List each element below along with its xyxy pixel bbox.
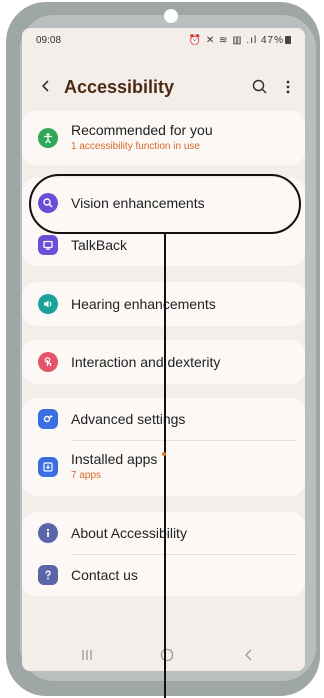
accessibility-person-icon bbox=[38, 128, 58, 148]
recommended-card: Recommended for you 1 accessibility func… bbox=[22, 111, 305, 165]
item-label: About Accessibility bbox=[71, 525, 187, 541]
item-label: Recommended for you bbox=[71, 122, 213, 138]
item-label: Hearing enhancements bbox=[71, 296, 216, 312]
back-arrow-icon[interactable] bbox=[38, 76, 54, 96]
recent-apps-icon[interactable] bbox=[78, 646, 96, 664]
header: Accessibility bbox=[22, 72, 305, 106]
pointer-line-annotation bbox=[164, 234, 166, 698]
download-box-icon bbox=[38, 457, 58, 477]
home-icon[interactable] bbox=[158, 646, 176, 664]
front-camera bbox=[164, 9, 178, 23]
status-indicators: ⏰ ✕ ≋ ▥ .ıl 47% bbox=[188, 35, 284, 46]
item-subtitle: 1 accessibility function in use bbox=[71, 141, 200, 152]
status-bar: 09:08 ⏰ ✕ ≋ ▥ .ıl 47% bbox=[22, 28, 305, 54]
item-label: Installed apps bbox=[71, 451, 158, 467]
info-icon bbox=[38, 523, 58, 543]
question-icon bbox=[38, 565, 58, 585]
notification-dot bbox=[162, 452, 166, 456]
more-options-icon[interactable] bbox=[281, 78, 295, 96]
talkback-screen-icon bbox=[38, 235, 58, 255]
speaker-icon bbox=[38, 294, 58, 314]
search-icon[interactable] bbox=[251, 78, 269, 96]
item-label: Contact us bbox=[71, 567, 138, 583]
touch-hand-icon bbox=[38, 352, 58, 372]
highlight-annotation bbox=[29, 174, 301, 234]
divider bbox=[71, 440, 297, 441]
item-label: Advanced settings bbox=[71, 411, 186, 427]
item-label: Interaction and dexterity bbox=[71, 354, 221, 370]
recommended-for-you-item[interactable]: Recommended for you 1 accessibility func… bbox=[22, 117, 305, 159]
back-icon[interactable] bbox=[240, 646, 258, 664]
status-icons: ⏰ ✕ ≋ ▥ .ıl 47% bbox=[189, 35, 291, 46]
item-label: TalkBack bbox=[71, 237, 128, 253]
gear-plus-icon bbox=[38, 409, 58, 429]
battery-icon bbox=[285, 36, 291, 44]
page-title: Accessibility bbox=[64, 77, 175, 97]
item-subtitle: 7 apps bbox=[71, 470, 102, 481]
status-time: 09:08 bbox=[36, 35, 62, 46]
